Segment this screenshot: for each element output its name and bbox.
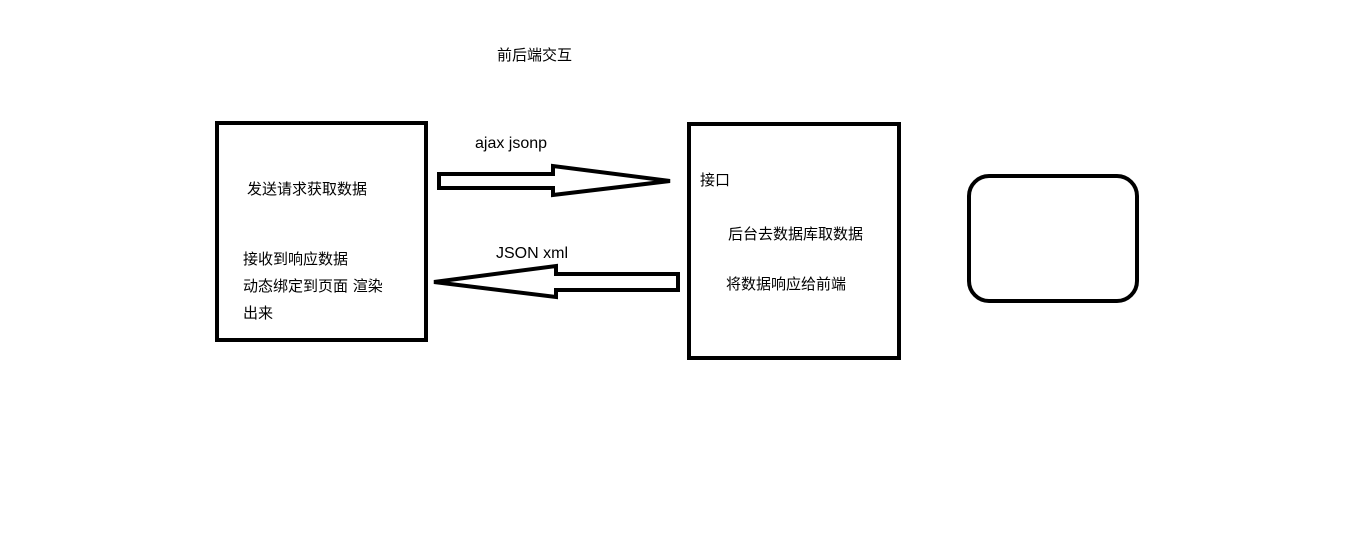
request-arrow <box>437 163 671 198</box>
rounded-empty-box <box>967 174 1139 303</box>
frontend-response-line-2: 动态绑定到页面 渲染 <box>243 277 383 295</box>
backend-interface-text: 接口 <box>700 171 731 189</box>
request-arrow-label: ajax jsonp <box>475 135 548 152</box>
diagram-shapes <box>215 121 1139 360</box>
diagram-canvas: 前后端交互 ajax jsonp JSON xml 发送请求获取数据 接收到响应… <box>0 0 1360 533</box>
frontend-request-text: 发送请求获取数据 <box>247 180 368 198</box>
frontend-response-line-3: 出来 <box>243 304 274 322</box>
backend-respond-text: 将数据响应给前端 <box>726 275 847 293</box>
backend-fetch-text: 后台去数据库取数据 <box>728 225 864 243</box>
response-arrow-label: JSON xml <box>496 245 568 262</box>
frontend-response-line-1: 接收到响应数据 <box>243 250 349 268</box>
diagram-title: 前后端交互 <box>497 46 573 64</box>
response-arrow <box>433 263 680 300</box>
